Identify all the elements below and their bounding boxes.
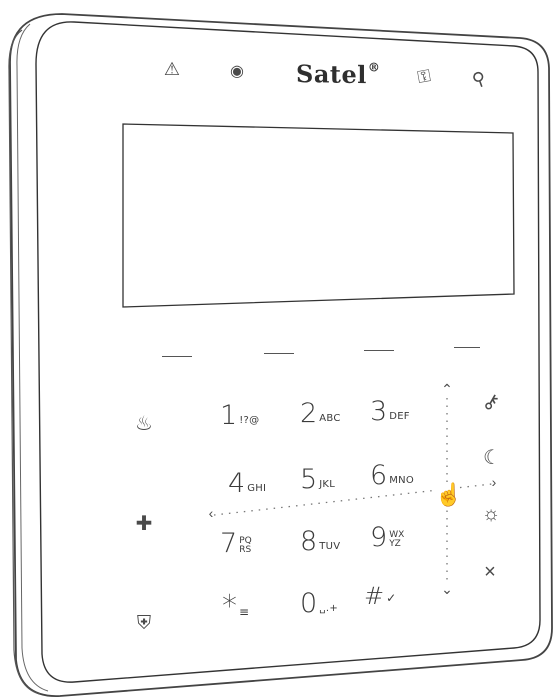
key-0-letters: ␣.+: [319, 603, 338, 614]
key-6-digit: 6: [370, 460, 388, 491]
key-5-letters: JKL: [319, 479, 336, 490]
key-2[interactable]: 2 ABC: [300, 400, 341, 427]
medical-cross-icon[interactable]: ✚: [132, 514, 156, 534]
brand-name: Satel: [296, 58, 367, 90]
key-3-letters: DEF: [389, 411, 410, 422]
key-9-letters-bottom: YZ: [389, 539, 401, 549]
key-9-letters: WX YZ: [389, 531, 404, 549]
key-9-digit: 9: [370, 522, 388, 553]
nav-up-arrow-icon[interactable]: ⌃: [440, 382, 454, 396]
key-1[interactable]: 1 !?@: [220, 402, 259, 429]
police-badge-icon[interactable]: ⛨: [132, 614, 156, 633]
key-5[interactable]: 5 JKL: [300, 466, 335, 493]
nav-left-arrow-icon[interactable]: ‹: [205, 506, 217, 520]
key-8-digit: 8: [300, 526, 318, 557]
brand-logo: Satel®: [296, 59, 416, 90]
keypad-device: [8, 13, 553, 697]
key-8-letters: TUV: [319, 541, 341, 552]
key-6-letters: MNO: [389, 475, 415, 486]
key-0-digit: 0: [300, 588, 318, 619]
key-star[interactable]: * ≡: [222, 592, 249, 622]
key-star-letters: ≡: [239, 605, 250, 619]
key-1-digit: 1: [220, 400, 238, 431]
nav-down-arrow-icon[interactable]: ⌄: [440, 582, 454, 596]
moon-icon[interactable]: ☾: [480, 448, 504, 468]
key-8[interactable]: 8 TUV: [300, 528, 340, 555]
key-star-symbol: *: [222, 589, 237, 624]
key-0[interactable]: 0 ␣.+: [300, 590, 338, 617]
key-7-digit: 7: [220, 528, 238, 559]
key-hash-letters: ✓: [386, 591, 397, 605]
alarm-icon: ⚠: [163, 59, 181, 79]
soft-key-1[interactable]: [162, 356, 192, 357]
key-7-letters-bottom: RS: [239, 545, 252, 555]
soft-key-2[interactable]: [264, 353, 294, 354]
touch-hand-icon: ☝: [435, 482, 463, 507]
cancel-icon[interactable]: ×: [478, 562, 502, 582]
key-hash[interactable]: # ✓: [364, 584, 396, 608]
soft-key-4[interactable]: [454, 347, 480, 348]
key-9[interactable]: 9 WX YZ: [370, 524, 404, 551]
soft-key-3[interactable]: [364, 350, 394, 351]
key-2-digit: 2: [300, 398, 318, 429]
sun-icon[interactable]: ☼: [479, 504, 503, 524]
key-4-letters: GHI: [247, 483, 267, 494]
key-5-digit: 5: [300, 464, 318, 495]
nav-right-arrow-icon[interactable]: ›: [488, 475, 500, 489]
key-3[interactable]: 3 DEF: [370, 398, 410, 425]
brand-mark: ®: [367, 60, 381, 75]
key-4[interactable]: 4 GHI: [228, 470, 266, 497]
key-hash-symbol: #: [364, 582, 385, 610]
key-2-letters: ABC: [319, 413, 341, 424]
eye-icon: ◉: [230, 63, 244, 80]
key-6[interactable]: 6 MNO: [370, 462, 414, 489]
key-7[interactable]: 7 PQ RS: [220, 530, 252, 557]
key-7-letters: PQ RS: [239, 537, 252, 555]
lcd-display: [122, 123, 515, 308]
key-4-digit: 4: [228, 468, 246, 499]
fire-icon[interactable]: ♨: [132, 414, 156, 434]
key-3-digit: 3: [370, 396, 388, 427]
key-1-letters: !?@: [239, 415, 260, 426]
